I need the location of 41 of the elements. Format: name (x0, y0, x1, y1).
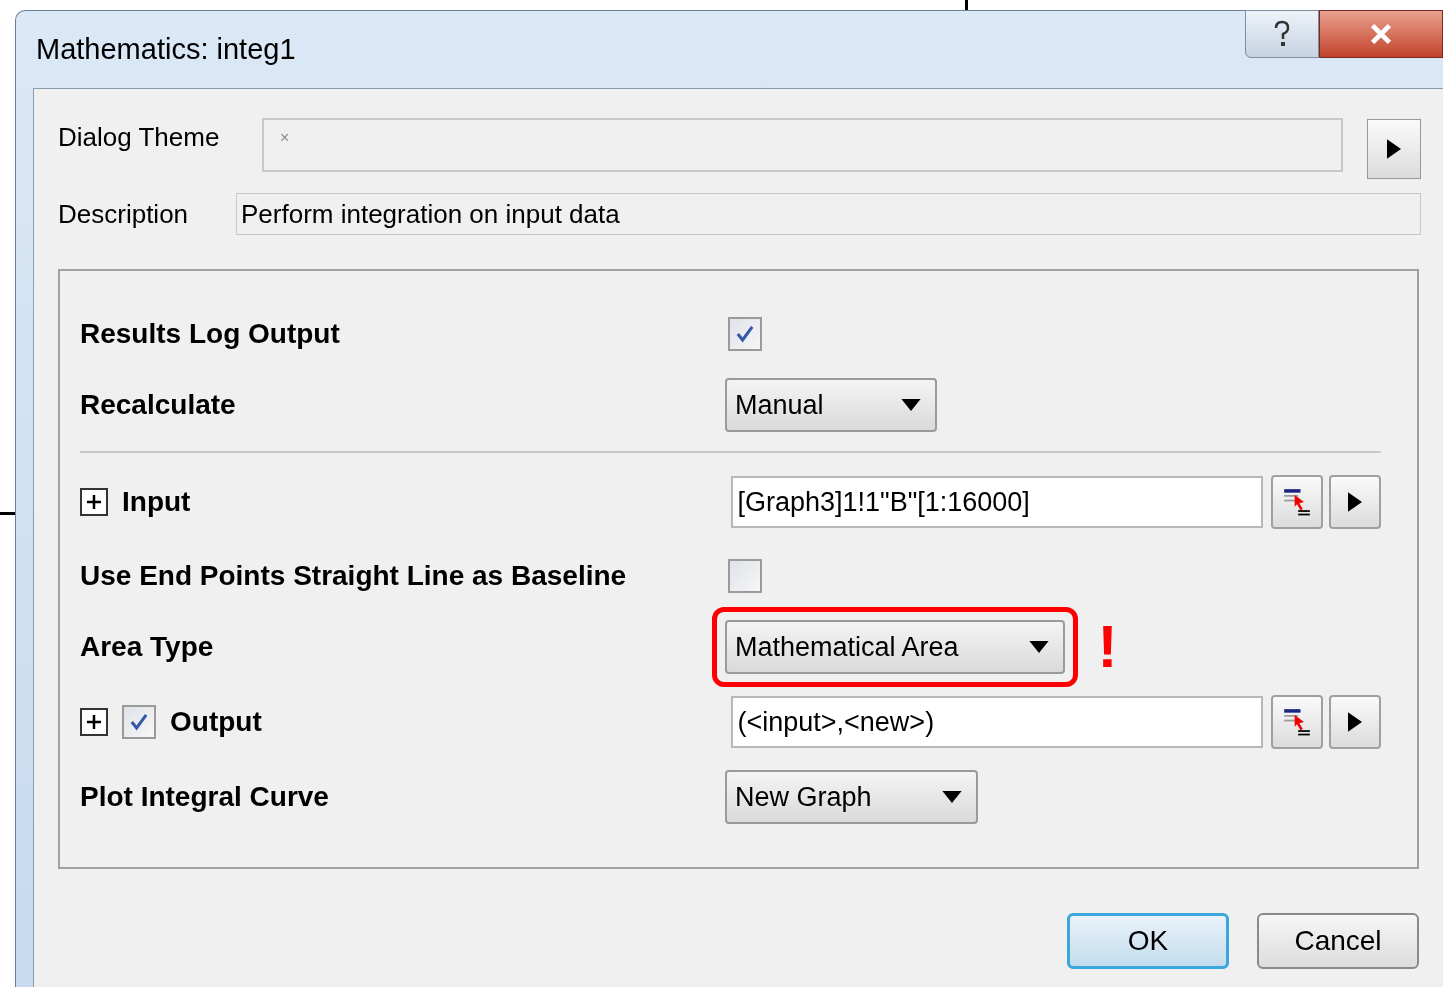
field-label: Dialog Theme (58, 120, 221, 154)
close-icon (1368, 22, 1394, 46)
checkbox[interactable] (728, 317, 762, 351)
dropdown-arrow-icon (901, 399, 921, 411)
help-icon (1272, 19, 1292, 49)
play-arrow-icon (1348, 491, 1363, 513)
menu-arrow-button[interactable] (1329, 475, 1381, 529)
dialog-button[interactable]: Cancel (1257, 913, 1419, 969)
select-data-button[interactable] (1271, 475, 1324, 529)
play-arrow-icon (1348, 711, 1363, 733)
dialog-button[interactable]: OK (1067, 913, 1229, 969)
option-label: Input (122, 485, 191, 519)
checkbox[interactable] (728, 559, 762, 593)
dropdown[interactable]: Manual (725, 378, 937, 432)
option-label: Plot Integral Curve (80, 780, 330, 814)
description-field: Perform integration on input data (236, 193, 1421, 235)
input-field[interactable]: [Graph3]1!1"B"[1:16000] (731, 476, 1264, 528)
option-label: Recalculate (80, 388, 237, 422)
select-data-button[interactable] (1271, 695, 1324, 749)
theme-menu-button[interactable] (1367, 119, 1421, 179)
checkbox[interactable] (122, 705, 156, 739)
input-field[interactable]: (<input>,<new>) (731, 696, 1264, 748)
expand-icon[interactable] (80, 488, 108, 516)
option-label: Use End Points Straight Line as Baseline (80, 559, 628, 593)
select-data-icon (1283, 488, 1312, 516)
dropdown-arrow-icon (941, 791, 962, 803)
close-button[interactable] (1319, 10, 1443, 58)
play-arrow-icon (1387, 138, 1401, 160)
option-label: Results Log Output (80, 317, 341, 351)
select-data-icon (1283, 708, 1312, 736)
expand-icon[interactable] (80, 708, 108, 736)
warning-mark: ! (1097, 617, 1118, 677)
option-label: Area Type (80, 630, 215, 664)
help-button[interactable] (1245, 10, 1319, 58)
window-title: Mathematics: integ1 (36, 31, 296, 67)
dropdown[interactable]: Mathematical Area (725, 620, 1065, 674)
dropdown[interactable]: New Graph (725, 770, 978, 824)
option-label: Output (170, 705, 262, 739)
field-label: Description (58, 197, 190, 231)
dropdown-arrow-icon (1028, 641, 1049, 653)
menu-arrow-button[interactable] (1329, 695, 1381, 749)
